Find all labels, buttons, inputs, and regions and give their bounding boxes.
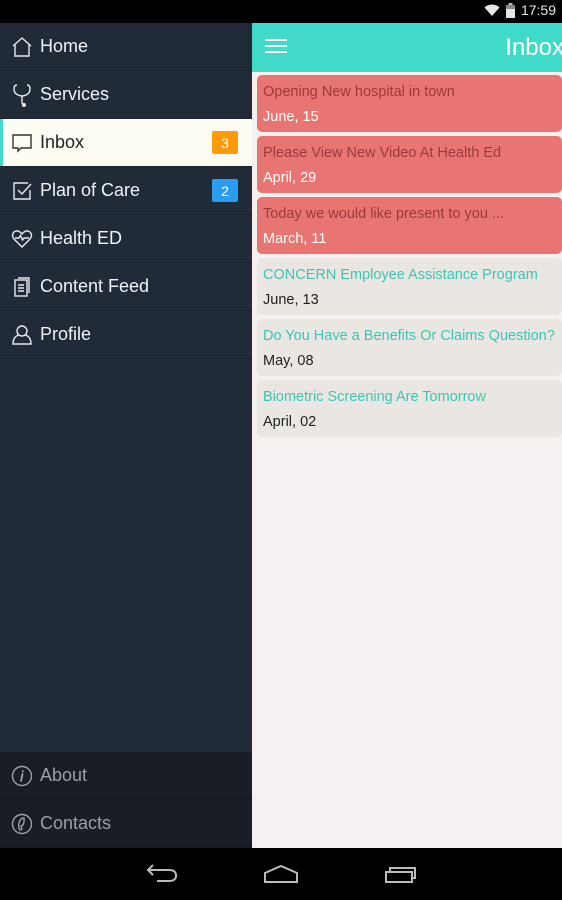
user-icon	[10, 323, 34, 347]
message-date: May, 08	[263, 353, 314, 369]
drawer-item-content-feed[interactable]: Content Feed	[0, 263, 252, 311]
drawer-item-label: Services	[40, 84, 110, 104]
drawer-item-label: Content Feed	[40, 276, 150, 296]
home-icon[interactable]	[263, 864, 299, 884]
message-title: Biometric Screening Are Tomorrow	[263, 389, 486, 405]
message-item[interactable]: Biometric Screening Are Tomorrow April, …	[257, 380, 562, 437]
drawer-item-services[interactable]: Services	[0, 71, 252, 119]
drawer-footer: About Contacts	[0, 752, 252, 848]
drawer-item-label: Contacts	[40, 813, 112, 833]
inbox-screen: Inbox Opening New hospital in town June,…	[252, 23, 562, 848]
message-date: April, 29	[263, 170, 317, 186]
message-title: Please View New Video At Health Ed	[263, 145, 502, 161]
system-nav-bar	[0, 848, 562, 900]
message-list: Opening New hospital in town June, 15 Pl…	[252, 72, 562, 437]
status-icons: 17:59	[484, 2, 556, 18]
drawer-item-label: About	[40, 765, 88, 785]
page-title: Inbox	[505, 34, 562, 61]
message-date: June, 13	[263, 292, 319, 308]
drawer-item-label: Plan of Care	[40, 180, 141, 200]
drawer-item-label: Health ED	[40, 228, 123, 248]
message-item[interactable]: Today we would like present to you ... M…	[257, 197, 562, 254]
checkbox-icon	[10, 179, 34, 203]
stethoscope-icon	[10, 83, 34, 107]
message-date: April, 02	[263, 414, 317, 430]
info-icon	[10, 764, 34, 788]
recents-icon[interactable]	[384, 864, 418, 884]
drawer-item-inbox[interactable]: Inbox 3	[0, 119, 252, 167]
phone-icon	[10, 812, 34, 836]
message-title: Do You Have a Benefits Or Claims Questio…	[263, 328, 555, 344]
clock: 17:59	[520, 2, 556, 18]
navigation-drawer: Home Services Inbox 3 Plan of Care 2 Hea…	[0, 23, 252, 848]
message-item[interactable]: Opening New hospital in town June, 15	[257, 75, 562, 132]
message-title: Today we would like present to you ...	[263, 206, 504, 222]
drawer-item-label: Inbox	[40, 132, 85, 152]
wifi-icon	[484, 4, 500, 16]
chat-bubble-icon	[10, 131, 34, 155]
status-bar: 17:59	[0, 0, 562, 23]
drawer-item-home[interactable]: Home	[0, 23, 252, 71]
inbox-count-badge: 3	[212, 131, 238, 154]
message-title: Opening New hospital in town	[263, 84, 455, 100]
drawer-item-health-ed[interactable]: Health ED	[0, 215, 252, 263]
drawer-item-about[interactable]: About	[0, 752, 252, 800]
heart-pulse-icon	[10, 227, 34, 251]
battery-icon	[505, 2, 515, 18]
message-item[interactable]: CONCERN Employee Assistance Program June…	[257, 258, 562, 315]
plan-of-care-count-badge: 2	[212, 179, 238, 202]
drawer-item-label: Home	[40, 36, 89, 56]
drawer-item-plan-of-care[interactable]: Plan of Care 2	[0, 167, 252, 215]
back-icon[interactable]	[145, 864, 179, 884]
drawer-item-contacts[interactable]: Contacts	[0, 800, 252, 848]
documents-icon	[10, 275, 34, 299]
message-item[interactable]: Do You Have a Benefits Or Claims Questio…	[257, 319, 562, 376]
message-item[interactable]: Please View New Video At Health Ed April…	[257, 136, 562, 193]
drawer-item-label: Profile	[40, 324, 92, 344]
hamburger-icon[interactable]	[265, 39, 287, 55]
message-date: June, 15	[263, 109, 319, 125]
home-icon	[10, 35, 34, 59]
app-bar: Inbox	[252, 23, 562, 72]
drawer-item-profile[interactable]: Profile	[0, 311, 252, 359]
message-title: CONCERN Employee Assistance Program	[263, 267, 538, 283]
message-date: March, 11	[263, 231, 327, 247]
